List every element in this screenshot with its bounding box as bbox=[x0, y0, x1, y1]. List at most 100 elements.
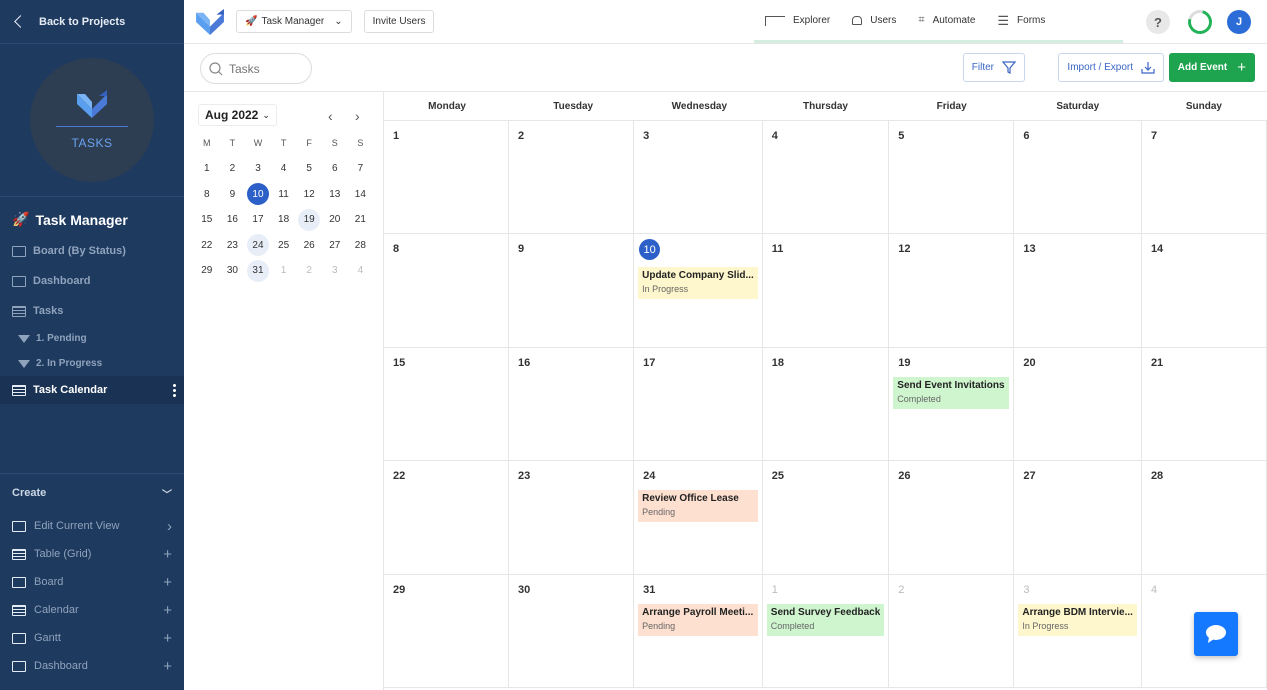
day-cell[interactable]: 27 bbox=[1014, 461, 1142, 575]
day-cell[interactable]: 16 bbox=[509, 347, 635, 462]
day-cell[interactable]: 7 bbox=[1141, 121, 1267, 235]
import-export-button[interactable]: Import / Export bbox=[1058, 53, 1164, 82]
day-cell[interactable]: 2 bbox=[509, 121, 635, 235]
day-cell[interactable]: 2 bbox=[889, 574, 1015, 688]
project-logo[interactable]: TASKS bbox=[30, 58, 154, 182]
create-table-grid[interactable]: Table (Grid) + bbox=[0, 540, 184, 568]
tab-forms[interactable]: ☰ Forms bbox=[986, 0, 1056, 41]
sidebar-item-in-progress[interactable]: 2. In Progress bbox=[0, 351, 184, 376]
mini-day[interactable]: 17 bbox=[247, 209, 269, 231]
day-cell[interactable]: 1 bbox=[384, 121, 510, 235]
mini-day[interactable]: 26 bbox=[298, 234, 320, 256]
day-cell[interactable]: 14 bbox=[1141, 234, 1267, 348]
mini-day[interactable]: 12 bbox=[298, 183, 320, 205]
day-cell[interactable]: 11 bbox=[762, 234, 890, 348]
sidebar-item-board-by-status[interactable]: Board (By Status) bbox=[0, 236, 184, 266]
day-cell[interactable]: 5 bbox=[889, 121, 1015, 235]
event-card[interactable]: Arrange Payroll Meeti... Pending bbox=[638, 603, 758, 636]
day-cell[interactable]: 30 bbox=[509, 574, 635, 688]
mini-day[interactable]: 19 bbox=[298, 208, 321, 231]
mini-day[interactable]: 11 bbox=[273, 183, 295, 205]
day-cell[interactable]: 21 bbox=[1141, 347, 1267, 462]
mini-day[interactable]: 5 bbox=[298, 158, 320, 180]
day-cell[interactable]: 31 Arrange Payroll Meeti... Pending bbox=[634, 574, 763, 688]
mini-day[interactable]: 31 bbox=[246, 259, 269, 282]
mini-day[interactable]: 2 bbox=[298, 260, 320, 282]
mini-day[interactable]: 30 bbox=[221, 260, 243, 282]
event-card[interactable]: Send Event Invitations Completed bbox=[893, 376, 1010, 409]
mini-day[interactable]: 7 bbox=[349, 158, 371, 180]
search-input[interactable] bbox=[229, 61, 299, 76]
mini-day[interactable]: 15 bbox=[196, 209, 218, 231]
sidebar-item-pending[interactable]: 1. Pending bbox=[0, 326, 184, 351]
mini-day[interactable]: 20 bbox=[324, 209, 346, 231]
month-selector[interactable]: Aug 2022 ⌄ bbox=[198, 104, 277, 126]
day-cell[interactable]: 4 bbox=[762, 121, 890, 235]
sidebar-item-task-calendar[interactable]: Task Calendar bbox=[0, 376, 184, 404]
app-logo-icon[interactable] bbox=[196, 8, 224, 35]
day-cell[interactable]: 26 bbox=[889, 461, 1015, 575]
day-cell[interactable]: 22 bbox=[384, 461, 510, 575]
day-cell[interactable]: 28 bbox=[1141, 461, 1267, 575]
day-cell[interactable]: 8 bbox=[384, 234, 510, 348]
day-cell[interactable]: 29 bbox=[384, 574, 510, 688]
create-dashboard[interactable]: Dashboard + bbox=[0, 652, 184, 680]
mini-day[interactable]: 25 bbox=[273, 234, 295, 256]
day-cell[interactable]: 1 Send Survey Feedback Completed bbox=[762, 574, 890, 688]
mini-day[interactable]: 21 bbox=[349, 209, 371, 231]
day-cell[interactable]: 10 Update Company Slid... In Progress bbox=[634, 234, 763, 348]
next-month-button[interactable]: › bbox=[355, 108, 360, 124]
sidebar-item-dashboard[interactable]: Dashboard bbox=[0, 266, 184, 296]
mini-day[interactable]: 16 bbox=[221, 209, 243, 231]
mini-day[interactable]: 24 bbox=[246, 234, 269, 256]
day-cell[interactable]: 23 bbox=[509, 461, 635, 575]
mini-day[interactable]: 28 bbox=[349, 234, 371, 256]
day-cell[interactable]: 3 Arrange BDM Intervie... In Progress bbox=[1014, 574, 1142, 688]
event-card[interactable]: Send Survey Feedback Completed bbox=[766, 603, 885, 636]
mini-day[interactable]: 10 bbox=[246, 183, 269, 205]
day-cell[interactable]: 12 bbox=[889, 234, 1015, 348]
mini-day[interactable]: 3 bbox=[324, 260, 346, 282]
event-card[interactable]: Arrange BDM Intervie... In Progress bbox=[1018, 603, 1137, 636]
create-calendar[interactable]: Calendar + bbox=[0, 596, 184, 624]
mini-day[interactable]: 22 bbox=[196, 234, 218, 256]
mini-day[interactable]: 29 bbox=[196, 260, 218, 282]
mini-day[interactable]: 13 bbox=[324, 183, 346, 205]
day-cell[interactable]: 3 bbox=[634, 121, 763, 235]
day-cell[interactable]: 9 bbox=[509, 234, 635, 348]
day-cell[interactable]: 18 bbox=[762, 347, 890, 462]
event-card[interactable]: Review Office Lease Pending bbox=[638, 490, 758, 523]
create-gantt[interactable]: Gantt + bbox=[0, 624, 184, 652]
day-cell[interactable]: 13 bbox=[1014, 234, 1142, 348]
create-board[interactable]: Board + bbox=[0, 568, 184, 596]
mini-day[interactable]: 8 bbox=[196, 183, 218, 205]
mini-day[interactable]: 23 bbox=[221, 234, 243, 256]
tab-explorer[interactable]: Explorer bbox=[754, 0, 841, 41]
mini-day[interactable]: 3 bbox=[247, 158, 269, 180]
mini-day[interactable]: 14 bbox=[349, 183, 371, 205]
mini-day[interactable]: 27 bbox=[324, 234, 346, 256]
tab-users[interactable]: Users bbox=[841, 0, 907, 41]
tab-automate[interactable]: ⌗ Automate bbox=[907, 0, 986, 41]
mini-day[interactable]: 1 bbox=[273, 260, 295, 282]
create-edit-current-view[interactable]: Edit Current View › bbox=[0, 512, 184, 540]
sidebar-item-tasks[interactable]: Tasks bbox=[0, 296, 184, 326]
mini-day[interactable]: 2 bbox=[221, 158, 243, 180]
help-button[interactable]: ? bbox=[1146, 10, 1170, 34]
project-selector[interactable]: 🚀 Task Manager ⌄ bbox=[236, 10, 352, 33]
mini-day[interactable]: 9 bbox=[221, 183, 243, 205]
day-cell[interactable]: 15 bbox=[384, 347, 510, 462]
day-cell[interactable]: 20 bbox=[1014, 347, 1142, 462]
day-cell[interactable]: 19 Send Event Invitations Completed bbox=[889, 347, 1015, 462]
prev-month-button[interactable]: ‹ bbox=[328, 108, 333, 124]
chat-button[interactable] bbox=[1194, 612, 1238, 656]
create-toggle[interactable]: Create ﹀ bbox=[0, 474, 184, 512]
day-cell[interactable]: 24 Review Office Lease Pending bbox=[634, 461, 763, 575]
mini-day[interactable]: 18 bbox=[273, 209, 295, 231]
more-options-icon[interactable] bbox=[173, 383, 176, 397]
back-to-projects-link[interactable]: Back to Projects bbox=[0, 0, 184, 44]
invite-users-button[interactable]: Invite Users bbox=[363, 10, 435, 33]
add-event-button[interactable]: Add Event + bbox=[1168, 53, 1255, 82]
day-cell[interactable]: 17 bbox=[634, 347, 763, 462]
event-card[interactable]: Update Company Slid... In Progress bbox=[638, 267, 758, 300]
